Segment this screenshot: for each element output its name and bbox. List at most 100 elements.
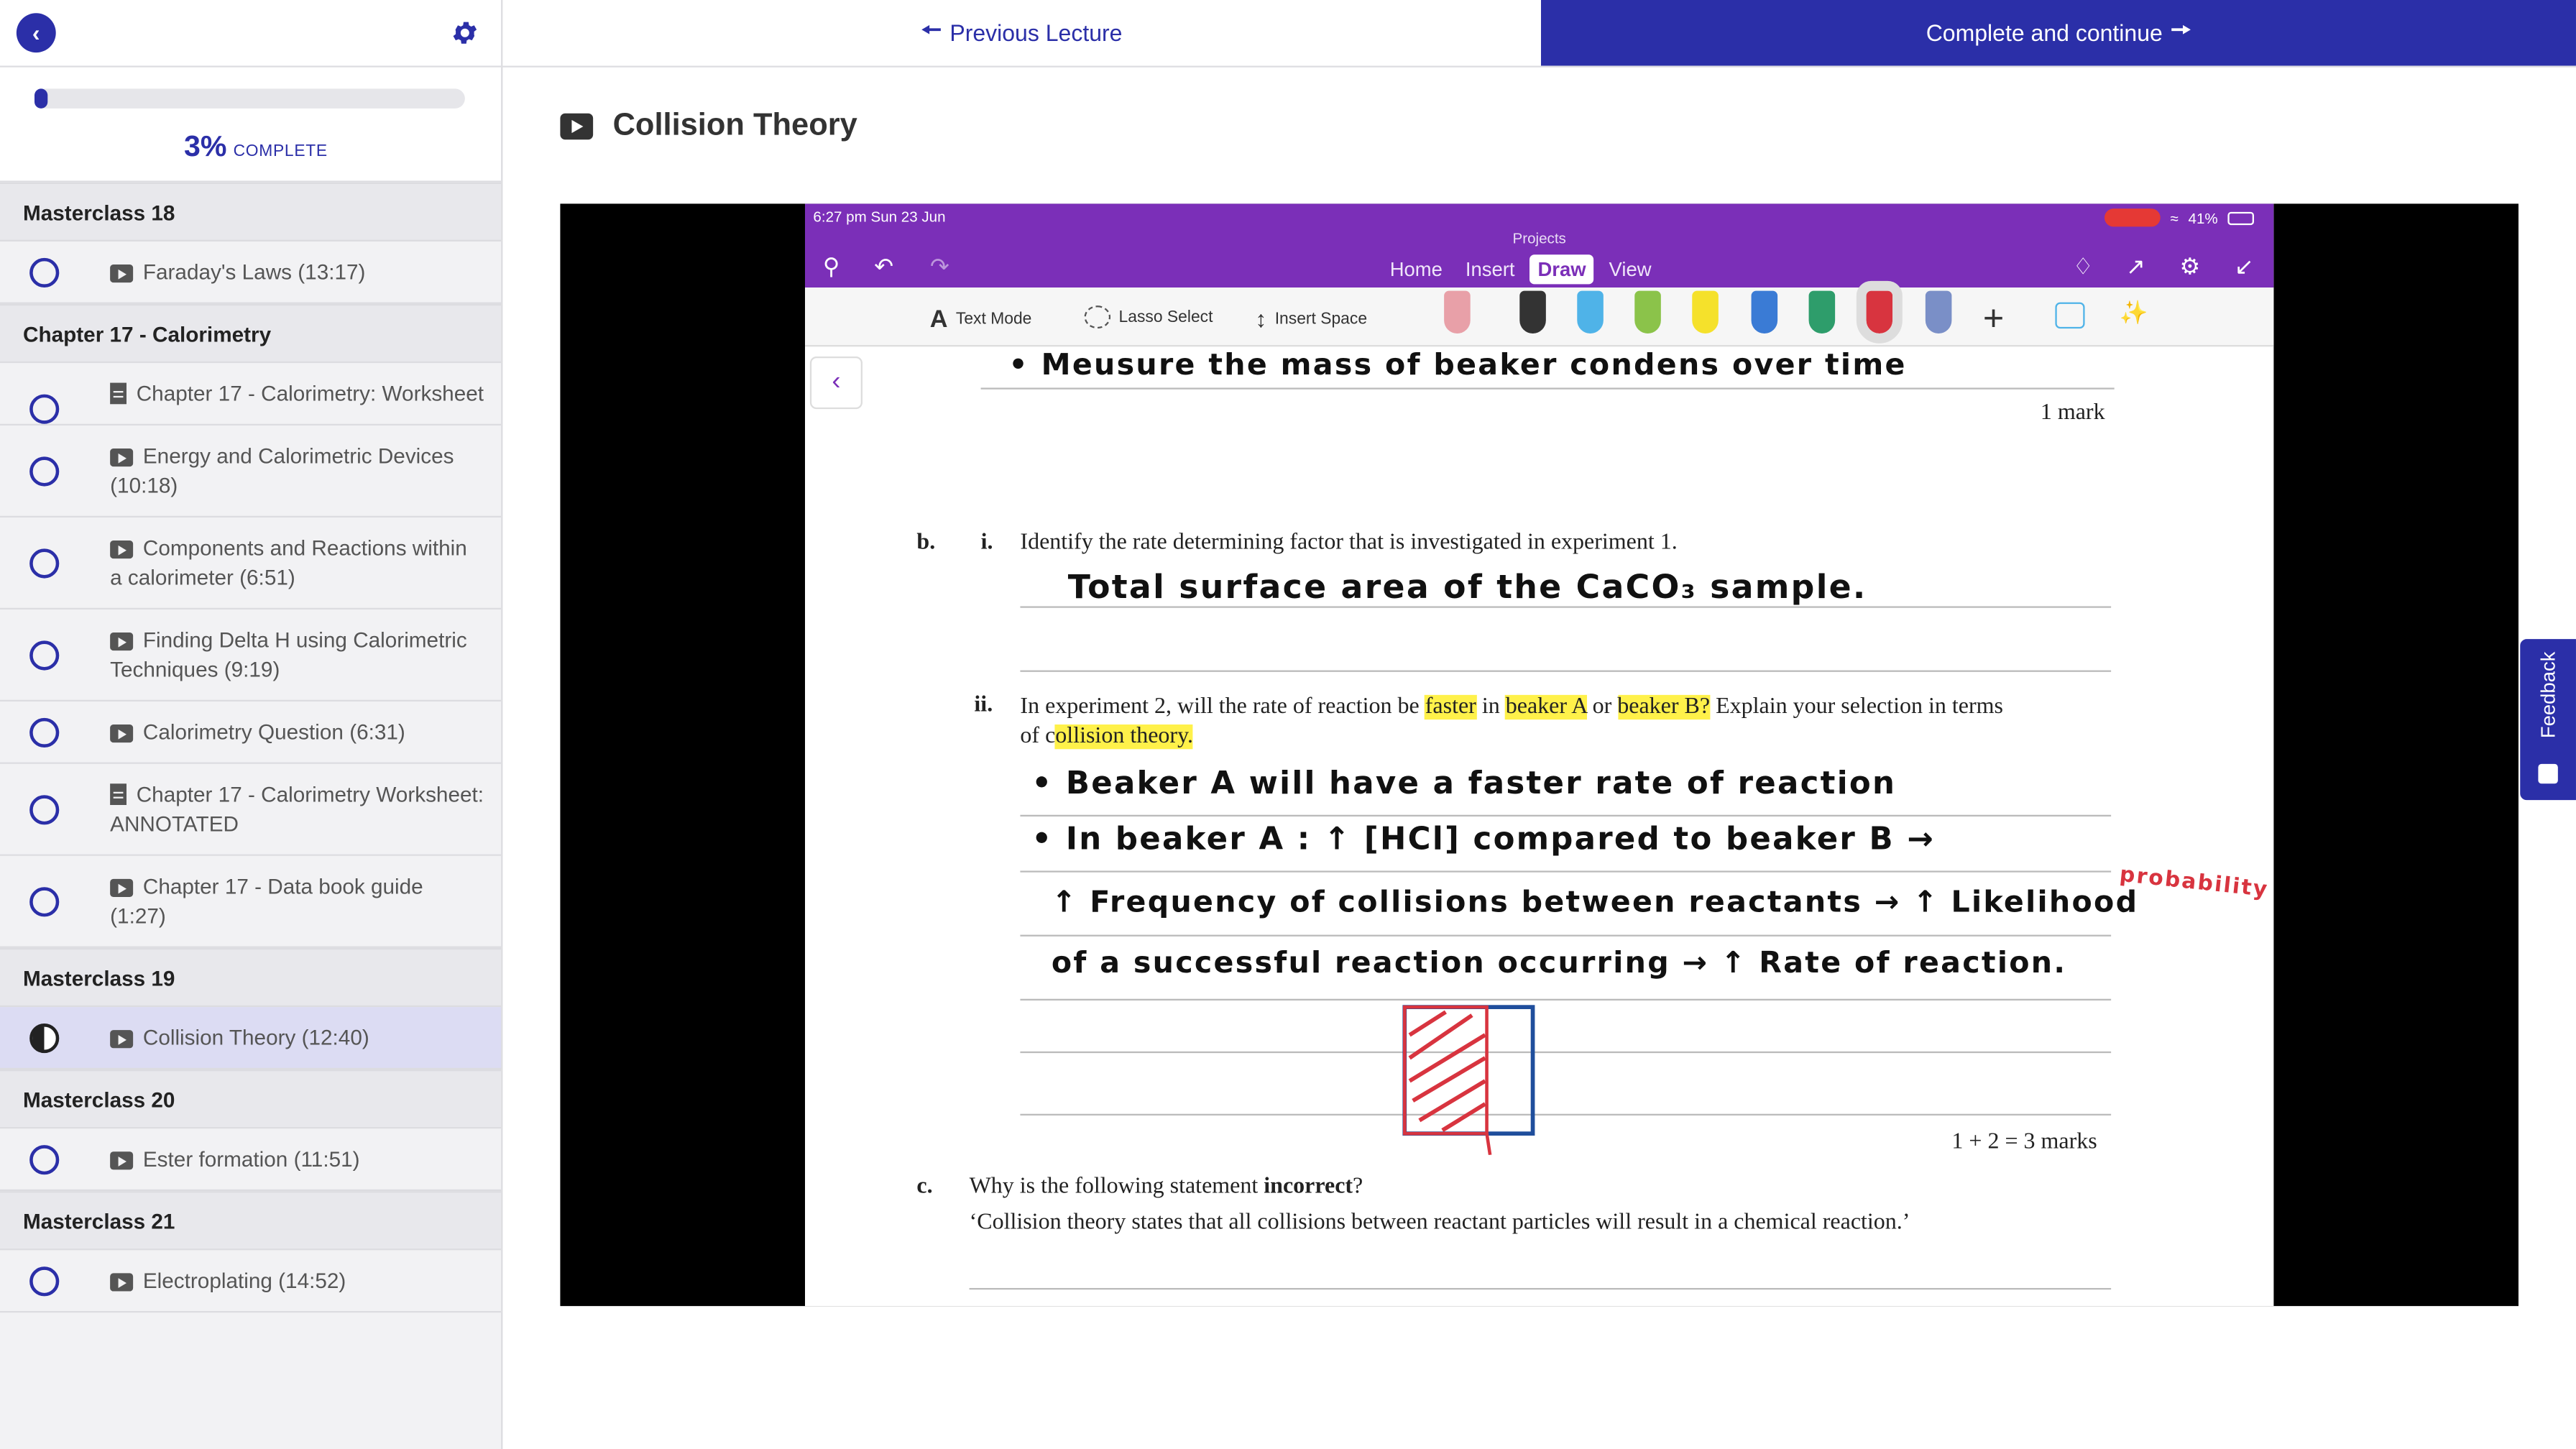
q-text: Why is the following statement <box>969 1174 1264 1200</box>
lesson-label: Finding Delta H using Calorimetric Techn… <box>110 627 467 682</box>
lesson-item[interactable]: Components and Reactions within a calori… <box>0 517 502 610</box>
previous-lecture-button[interactable]: 🠔 Previous Lecture <box>502 0 1541 66</box>
add-pen-icon: + <box>1982 297 2005 339</box>
lesson-item[interactable]: Finding Delta H using Calorimetric Techn… <box>0 609 502 702</box>
text-mode-icon: A <box>929 305 948 334</box>
onenote-header: 6:27 pm Sun 23 Jun ≈ 41% Projects ⚲ ↶ ↷ … <box>804 203 2274 288</box>
section-title: Masterclass 20 <box>22 1086 175 1112</box>
ribbon-menu: Home Insert Draw View <box>1381 254 1660 285</box>
lasso-label: Lasso Select <box>1118 308 1213 326</box>
section-header: Chapter 17 - Calorimetry <box>0 303 502 364</box>
section-header: Masterclass 19 <box>0 947 502 1008</box>
ipad-screen: 6:27 pm Sun 23 Jun ≈ 41% Projects ⚲ ↶ ↷ … <box>804 203 2274 1307</box>
recording-icon <box>2104 208 2161 227</box>
answer-line <box>1020 1113 2112 1116</box>
answer-line <box>980 387 2115 390</box>
video-player[interactable]: 6:27 pm Sun 23 Jun ≈ 41% Projects ⚲ ↶ ↷ … <box>560 203 2518 1307</box>
lasso-select-tool: Lasso Select <box>1084 305 1213 329</box>
undo-icon: ↶ <box>874 252 894 280</box>
pen-lavender-icon <box>1925 290 1952 334</box>
lesson-item[interactable]: Calorimetry Question (6:31) <box>0 701 502 764</box>
progress-percent: 3% COMPLETE <box>184 130 328 165</box>
answer-line <box>1020 998 2112 1000</box>
page-title: Collision Theory <box>612 108 857 143</box>
progress-percent-number: 3% <box>183 129 227 163</box>
text-mode-tool: A Text Mode <box>930 305 1032 334</box>
highlight-beaker-b: beaker B? <box>1617 694 1711 720</box>
incomplete-status-icon <box>29 640 60 671</box>
menu-draw: Draw <box>1530 254 1594 285</box>
q-text: ? <box>1353 1174 1363 1200</box>
lesson-item[interactable]: Electroplating (14:52) <box>0 1250 502 1313</box>
lesson-label: Collision Theory (12:40) <box>142 1025 369 1050</box>
lesson-item[interactable]: Faraday's Laws (13:17) <box>0 241 502 304</box>
video-icon <box>110 1151 134 1170</box>
gear-icon[interactable] <box>450 18 479 47</box>
video-icon <box>110 878 134 897</box>
worksheet-page: ‹ • Meusure the mass of beaker condens o… <box>805 349 2273 1307</box>
status-time: 6:27 pm Sun 23 Jun <box>813 208 946 226</box>
back-button[interactable]: ‹ <box>16 13 56 53</box>
question-c-label: c. <box>916 1174 933 1200</box>
handwriting-line-1: • Beaker A will have a faster rate of re… <box>1031 765 1897 802</box>
feedback-tab[interactable]: Feedback <box>2520 639 2576 801</box>
pen-blue-icon <box>1751 290 1778 334</box>
incomplete-status-icon <box>29 1266 60 1297</box>
app-title: Projects <box>1512 229 1566 247</box>
search-icon: ⚲ <box>822 252 840 280</box>
bell-icon: ♢ <box>2072 252 2094 280</box>
wifi-icon: ≈ <box>2170 209 2179 226</box>
lesson-item[interactable]: Chapter 17 - Calorimetry: Worksheet <box>0 363 502 426</box>
text-mode-label: Text Mode <box>955 310 1032 329</box>
lesson-label: Chapter 17 - Calorimetry: Worksheet <box>136 381 484 406</box>
menu-view: View <box>1609 257 1652 281</box>
document-icon <box>110 783 126 805</box>
incomplete-status-icon <box>29 394 60 424</box>
lesson-label: Energy and Calorimetric Devices (10:18) <box>110 443 454 498</box>
handwriting-line-4: of a successful reaction occurring → ↑ R… <box>1051 946 2067 981</box>
handwriting-line-2: • In beaker A : ↑ [HCl] compared to beak… <box>1031 821 1936 858</box>
incomplete-status-icon <box>29 1145 60 1175</box>
battery-icon <box>2227 211 2254 224</box>
redo-icon: ↷ <box>929 252 949 280</box>
draw-toolbar: A Text Mode Lasso Select ↕ Insert Space <box>804 280 2274 347</box>
video-icon <box>110 1273 134 1292</box>
chevron-left-icon: ‹ <box>32 19 40 46</box>
incomplete-status-icon <box>29 717 60 748</box>
course-sidebar: ‹ 3% COMPLETE Masterclass 18 Faraday's L… <box>0 0 503 1449</box>
settings-icon: ⚙ <box>2179 252 2201 280</box>
lesson-label: Calorimetry Question (6:31) <box>142 719 405 745</box>
video-icon <box>110 724 134 743</box>
lesson-label: Ester formation (11:51) <box>142 1146 360 1172</box>
incomplete-status-icon <box>29 887 60 917</box>
lesson-item[interactable]: Collision Theory (12:40) <box>0 1007 502 1070</box>
lesson-item[interactable]: Chapter 17 - Calorimetry Worksheet: ANNO… <box>0 763 502 856</box>
question-bii-text: In experiment 2, will the rate of reacti… <box>1020 694 2120 753</box>
q-text: in <box>1476 694 1506 720</box>
video-icon <box>110 448 134 467</box>
incomplete-status-icon <box>29 257 60 288</box>
lesson-item[interactable]: Ester formation (11:51) <box>0 1128 502 1192</box>
feedback-label: Feedback <box>2536 651 2560 739</box>
lesson-item[interactable]: Chapter 17 - Data book guide (1:27) <box>0 855 502 948</box>
answer-line <box>1020 814 2112 816</box>
video-icon <box>110 1030 134 1049</box>
q-text: In experiment 2, will the rate of reacti… <box>1020 694 1425 720</box>
section-title: Masterclass 19 <box>22 965 175 990</box>
q-text: or <box>1586 694 1618 720</box>
lecture-nav: 🠔 Previous Lecture Complete and continue… <box>502 0 2576 68</box>
document-icon <box>110 382 126 405</box>
lesson-item[interactable]: Energy and Calorimetric Devices (10:18) <box>0 425 502 518</box>
q-text-bold: incorrect <box>1264 1174 1353 1200</box>
pen-cyan-icon <box>1577 290 1604 334</box>
highlight-faster: faster <box>1425 694 1476 720</box>
pen-green-icon <box>1634 290 1661 334</box>
insert-space-icon: ↕ <box>1255 305 1267 332</box>
insert-space-label: Insert Space <box>1274 309 1368 328</box>
section-title: Masterclass 18 <box>22 199 175 224</box>
progress-complete-label: COMPLETE <box>233 142 328 161</box>
ink-replay-icon: ✨ <box>2119 298 2148 326</box>
complete-continue-button[interactable]: Complete and continue 🠖 <box>1540 0 2576 66</box>
pen-black-icon <box>1519 290 1546 334</box>
eraser-icon <box>1444 290 1471 334</box>
